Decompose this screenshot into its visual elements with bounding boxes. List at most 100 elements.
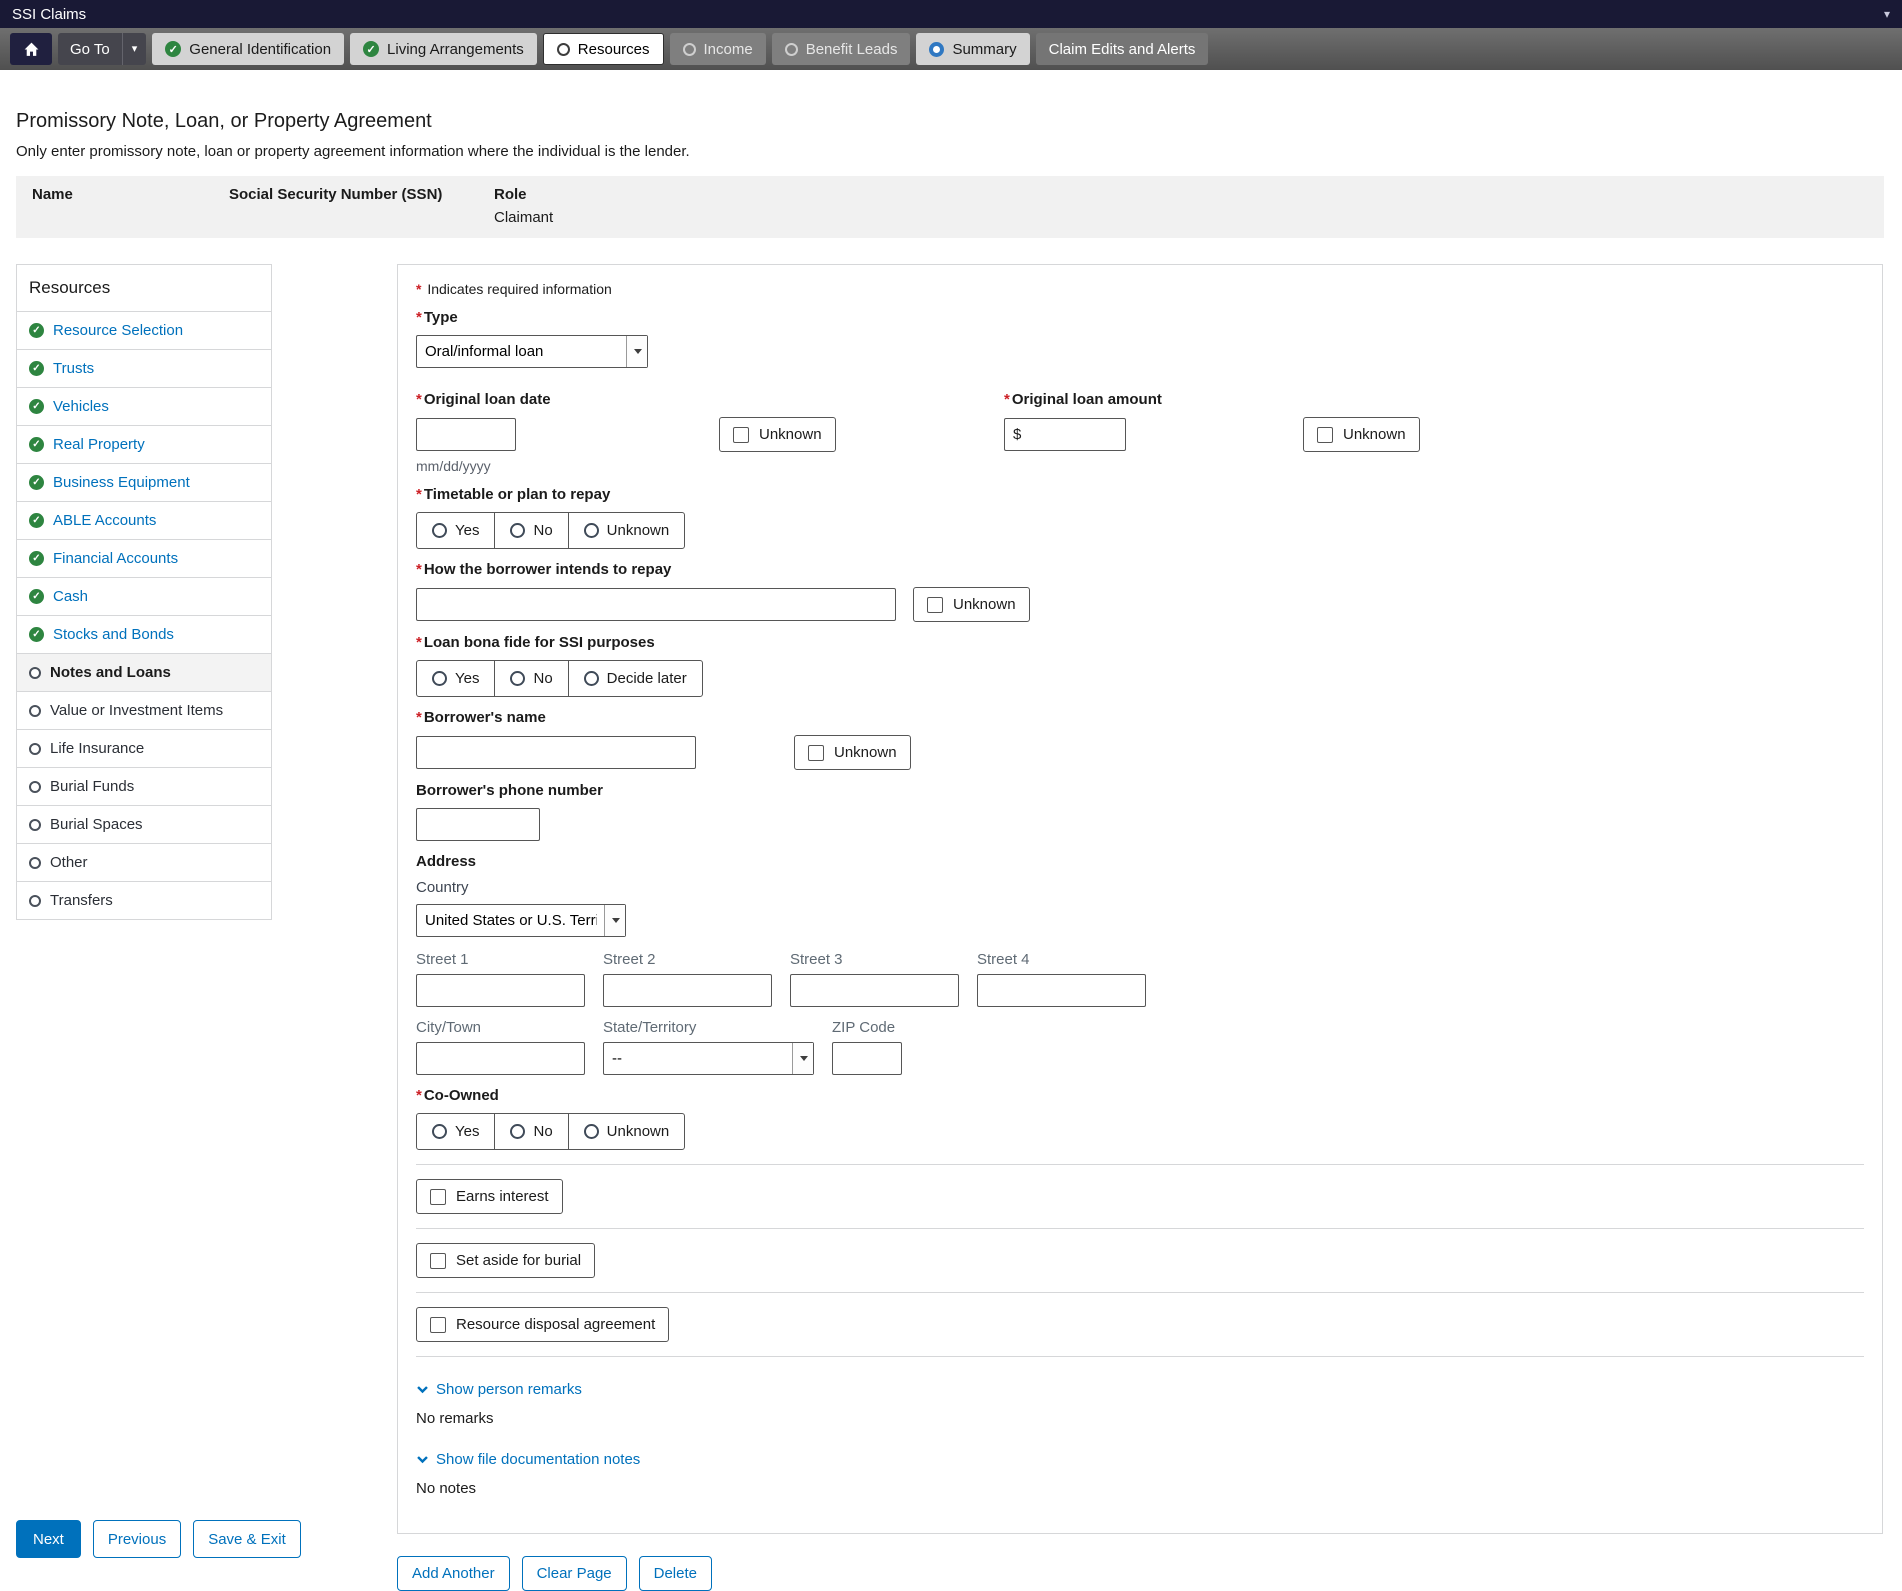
sidebar-item-burial-spaces[interactable]: Burial Spaces bbox=[17, 805, 271, 843]
type-select[interactable]: Oral/informal loan bbox=[416, 335, 648, 368]
sidebar-item-burial-funds[interactable]: Burial Funds bbox=[17, 767, 271, 805]
zip-label: ZIP Code bbox=[832, 1019, 896, 1036]
app-title: SSI Claims bbox=[12, 5, 87, 23]
show-file-documentation-notes-link[interactable]: Show file documentation notes bbox=[416, 1451, 640, 1468]
tab-general-identification[interactable]: ✓ General Identification bbox=[152, 33, 345, 65]
page-subtitle: Only enter promissory note, loan or prop… bbox=[16, 143, 690, 160]
state-select[interactable]: -- bbox=[603, 1042, 814, 1075]
co-owned-option-unknown[interactable]: Unknown bbox=[567, 1114, 685, 1149]
sidebar-item-notes-and-loans[interactable]: Notes and Loans bbox=[17, 653, 271, 691]
original-loan-amount-input[interactable] bbox=[1026, 426, 1117, 443]
tab-summary[interactable]: Summary bbox=[916, 33, 1030, 65]
original-loan-date-label: * Original loan date bbox=[416, 391, 551, 408]
sidebar-item-financial-accounts[interactable]: ✓ Financial Accounts bbox=[17, 539, 271, 577]
clear-page-button[interactable]: Clear Page bbox=[521, 1556, 627, 1591]
sidebar-item-vehicles[interactable]: ✓ Vehicles bbox=[17, 387, 271, 425]
radio-circle-icon bbox=[29, 780, 41, 793]
tab-label: Summary bbox=[952, 40, 1017, 58]
next-button[interactable]: Next bbox=[16, 1520, 81, 1558]
previous-button[interactable]: Previous bbox=[92, 1520, 182, 1558]
original-loan-date-unknown-checkbox[interactable]: Unknown bbox=[719, 417, 836, 452]
home-icon bbox=[24, 42, 38, 56]
chevron-down-icon bbox=[417, 1456, 428, 1464]
tab-income[interactable]: Income bbox=[669, 33, 766, 65]
page-actions: Add Another Clear Page Delete bbox=[397, 1556, 1886, 1591]
timetable-option-no[interactable]: No bbox=[494, 513, 567, 548]
tab-resources[interactable]: Resources bbox=[542, 33, 664, 65]
sidebar-item-able-accounts[interactable]: ✓ ABLE Accounts bbox=[17, 501, 271, 539]
tab-benefit-leads[interactable]: Benefit Leads bbox=[771, 33, 911, 65]
co-owned-label: * Co-Owned bbox=[416, 1087, 499, 1104]
tab-claim-edits-and-alerts[interactable]: Claim Edits and Alerts bbox=[1035, 33, 1209, 65]
sidebar-item-value-or-investment-items[interactable]: Value or Investment Items bbox=[17, 691, 271, 729]
radio-icon bbox=[432, 1124, 447, 1139]
notes-and-loans-form: * Indicates required information * Type O… bbox=[397, 264, 1883, 1534]
bona-fide-option-yes[interactable]: Yes bbox=[417, 661, 494, 696]
borrower-name-input[interactable] bbox=[416, 736, 696, 769]
header-menu-caret-icon[interactable]: ▾ bbox=[1884, 7, 1890, 21]
add-another-button[interactable]: Add Another bbox=[397, 1556, 510, 1591]
radio-circle-icon bbox=[682, 42, 696, 56]
role-column-header: Role bbox=[494, 186, 527, 203]
repay-method-unknown-checkbox[interactable]: Unknown bbox=[913, 587, 1030, 622]
original-loan-amount-unknown-checkbox[interactable]: Unknown bbox=[1303, 417, 1420, 452]
checkbox-icon bbox=[808, 744, 824, 761]
check-circle-icon: ✓ bbox=[29, 361, 44, 376]
checkbox-icon bbox=[430, 1252, 446, 1269]
country-select[interactable]: United States or U.S. Territory bbox=[416, 904, 626, 937]
set-aside-for-burial-checkbox[interactable]: Set aside for burial bbox=[416, 1243, 596, 1278]
earns-interest-checkbox[interactable]: Earns interest bbox=[416, 1179, 563, 1214]
checkbox-icon bbox=[1317, 426, 1333, 443]
sidebar-item-life-insurance[interactable]: Life Insurance bbox=[17, 729, 271, 767]
street4-input[interactable] bbox=[977, 974, 1146, 1007]
tab-label: Claim Edits and Alerts bbox=[1048, 40, 1196, 58]
co-owned-option-no[interactable]: No bbox=[494, 1114, 567, 1149]
radio-circle-icon bbox=[784, 42, 798, 56]
bona-fide-option-decide-later[interactable]: Decide later bbox=[567, 661, 702, 696]
borrower-name-unknown-checkbox[interactable]: Unknown bbox=[794, 735, 911, 770]
resource-disposal-agreement-checkbox[interactable]: Resource disposal agreement bbox=[416, 1307, 670, 1342]
show-person-remarks-link[interactable]: Show person remarks bbox=[416, 1381, 582, 1398]
sidebar-item-real-property[interactable]: ✓ Real Property bbox=[17, 425, 271, 463]
co-owned-option-yes[interactable]: Yes bbox=[417, 1114, 494, 1149]
radio-circle-icon bbox=[29, 666, 41, 679]
save-and-exit-button[interactable]: Save & Exit bbox=[193, 1520, 301, 1558]
original-loan-date-input[interactable] bbox=[416, 418, 516, 451]
sidebar-item-trusts[interactable]: ✓ Trusts bbox=[17, 349, 271, 387]
repay-method-label: * How the borrower intends to repay bbox=[416, 561, 672, 578]
checkbox-icon bbox=[430, 1188, 446, 1205]
sidebar-item-transfers[interactable]: Transfers bbox=[17, 881, 271, 919]
resources-sidebar: Resources ✓ Resource Selection ✓ Trusts … bbox=[16, 264, 272, 920]
sidebar-title: Resources bbox=[29, 278, 111, 297]
name-column-header: Name bbox=[32, 186, 73, 203]
sidebar-item-other[interactable]: Other bbox=[17, 843, 271, 881]
repay-method-input[interactable] bbox=[416, 588, 896, 621]
city-label: City/Town bbox=[416, 1019, 482, 1036]
bona-fide-option-no[interactable]: No bbox=[494, 661, 567, 696]
required-asterisk: * bbox=[416, 281, 422, 297]
type-select-wrap: Oral/informal loan bbox=[416, 335, 648, 368]
radio-circle-icon bbox=[29, 856, 41, 869]
co-owned-radio-group: Yes No Unknown bbox=[416, 1113, 686, 1150]
zip-input[interactable] bbox=[832, 1042, 902, 1075]
ssn-column-header: Social Security Number (SSN) bbox=[229, 186, 443, 203]
tab-living-arrangements[interactable]: ✓ Living Arrangements bbox=[350, 33, 537, 65]
sidebar-item-cash[interactable]: ✓ Cash bbox=[17, 577, 271, 615]
radio-circle-icon bbox=[556, 42, 570, 56]
street2-input[interactable] bbox=[603, 974, 772, 1007]
delete-button[interactable]: Delete bbox=[638, 1556, 712, 1591]
borrower-phone-input[interactable] bbox=[416, 808, 540, 841]
timetable-option-unknown[interactable]: Unknown bbox=[567, 513, 685, 548]
sidebar-item-resource-selection[interactable]: ✓ Resource Selection bbox=[17, 311, 271, 349]
tab-label: Living Arrangements bbox=[387, 40, 524, 58]
sidebar-item-stocks-and-bonds[interactable]: ✓ Stocks and Bonds bbox=[17, 615, 271, 653]
street3-input[interactable] bbox=[790, 974, 959, 1007]
radio-icon bbox=[583, 1124, 599, 1139]
street1-input[interactable] bbox=[416, 974, 585, 1007]
timetable-option-yes[interactable]: Yes bbox=[417, 513, 494, 548]
home-button[interactable] bbox=[10, 33, 52, 65]
sidebar-item-business-equipment[interactable]: ✓ Business Equipment bbox=[17, 463, 271, 501]
city-input[interactable] bbox=[416, 1042, 585, 1075]
go-to-dropdown[interactable]: Go To ▾ bbox=[58, 33, 147, 65]
radio-circle-icon bbox=[29, 894, 41, 907]
